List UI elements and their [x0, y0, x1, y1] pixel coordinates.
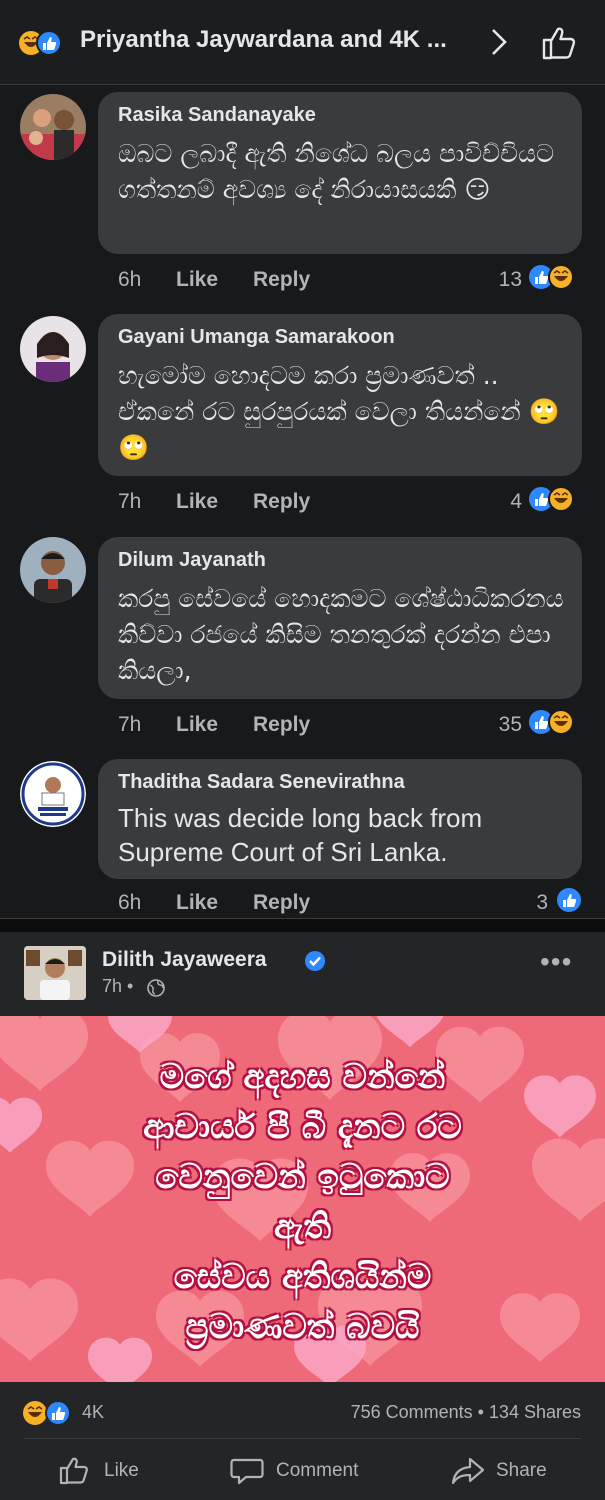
post-author-name[interactable]: Dilith Jayaweera: [102, 948, 267, 972]
image-text-line: ප්‍රමාණවත් බවයි: [185, 1307, 420, 1347]
post-stats[interactable]: 756 Comments • 134 Shares: [351, 1402, 581, 1423]
comment-bubble: Gayani Umanga Samarakoon හැමෝම හොදටම කරා…: [98, 314, 582, 476]
like-outline-icon[interactable]: [540, 24, 578, 62]
footer-divider: [24, 1438, 581, 1439]
image-text-line: ඇති: [273, 1207, 332, 1247]
comments-screen: Priyantha Jaywardana and 4K ... Rasika S…: [0, 0, 605, 1500]
comment-reply-button[interactable]: Reply: [253, 713, 310, 737]
post-header: Dilith Jayaweera 7h • •••: [0, 932, 605, 1016]
like-haha-reaction-icons[interactable]: [528, 486, 584, 512]
commenter-avatar[interactable]: [20, 761, 86, 827]
comment-bubble: Thaditha Sadara Senevirathna This was de…: [98, 759, 582, 879]
comment-text: කරපු සේවයේ හොදකමට ශේෂ්ඨාධිකරනය කිව්වා රජ…: [118, 584, 564, 685]
commenter-avatar[interactable]: [20, 537, 86, 603]
comment-item: Gayani Umanga Samarakoon හැමෝම හොදටම කරා…: [0, 314, 605, 524]
comment-icon: [230, 1458, 264, 1485]
comment-text: හැමෝම හොදටම කරා ප්‍රමාණවත් .. ඒකනේ රට සු…: [118, 361, 560, 462]
comment-bubble: Dilum Jayanath කරපු සේවයේ හොදකමට ශේෂ්ඨාධ…: [98, 537, 582, 699]
commenter-name[interactable]: Rasika Sandanayake: [118, 104, 316, 127]
like-reaction-icon[interactable]: [556, 887, 584, 913]
like-outline-icon: [59, 1457, 88, 1485]
comment-like-button[interactable]: Like: [176, 268, 218, 292]
commenter-name[interactable]: Dilum Jayanath: [118, 549, 266, 572]
like-haha-reaction-icons[interactable]: [528, 709, 584, 735]
comment-like-button[interactable]: Like: [176, 490, 218, 514]
share-icon: [451, 1457, 485, 1485]
post-image-text: මගේ අදහස වන්නේ ආචාර්ය පී බී දැනට රට වෙනු…: [0, 1052, 605, 1352]
reaction-count[interactable]: 13: [470, 268, 522, 292]
commenter-name[interactable]: Gayani Umanga Samarakoon: [118, 326, 395, 349]
image-text-line: මගේ අදහස වන්නේ: [159, 1057, 446, 1097]
header-title[interactable]: Priyantha Jaywardana and 4K ...: [80, 26, 480, 54]
like-haha-reaction-icons[interactable]: [528, 264, 584, 290]
comment-time[interactable]: 6h: [118, 891, 141, 915]
comment-item: Rasika Sandanayake ඔබට ලබාදී ඇති නිශේධ බ…: [0, 92, 605, 302]
comment-time[interactable]: 7h: [118, 490, 141, 514]
comment-like-button[interactable]: Like: [176, 713, 218, 737]
commenter-name[interactable]: Thaditha Sadara Senevirathna: [118, 771, 405, 794]
share-label: Share: [496, 1460, 547, 1481]
comment-item: Thaditha Sadara Senevirathna This was de…: [0, 759, 605, 917]
comment-reply-button[interactable]: Reply: [253, 490, 310, 514]
image-text-line: සේවය අතිශයින්ම: [173, 1257, 432, 1297]
reaction-count[interactable]: 35: [470, 713, 522, 737]
reaction-count[interactable]: 4: [470, 490, 522, 514]
reactions-summary-icon[interactable]: [18, 30, 74, 56]
comment-reply-button[interactable]: Reply: [253, 268, 310, 292]
verified-badge-icon: [305, 951, 325, 971]
commenter-avatar[interactable]: [20, 94, 86, 160]
comment-time[interactable]: 7h: [118, 713, 141, 737]
post-comment-button[interactable]: Comment: [230, 1454, 380, 1488]
comment-label: Comment: [276, 1460, 359, 1481]
reactions-header: Priyantha Jaywardana and 4K ...: [0, 0, 605, 85]
post-footer: 4K 756 Comments • 134 Shares Like Commen…: [0, 1382, 605, 1500]
like-label: Like: [104, 1460, 139, 1481]
more-options-button[interactable]: •••: [540, 946, 572, 978]
image-text-line: වෙනුවෙන් ඉටුකොට: [155, 1157, 450, 1197]
comment-text: This was decide long back from Supreme C…: [118, 803, 483, 867]
comment-item: Dilum Jayanath කරපු සේවයේ හොදකමට ශේෂ්ඨාධ…: [0, 537, 605, 747]
comment-bubble: Rasika Sandanayake ඔබට ලබාදී ඇති නිශේධ බ…: [98, 92, 582, 254]
comment-time[interactable]: 6h: [118, 268, 141, 292]
image-text-line: ආචාර්ය පී බී දැනට රට: [143, 1107, 462, 1147]
reaction-count[interactable]: 3: [500, 891, 548, 915]
post-share-button[interactable]: Share: [450, 1454, 560, 1488]
comment-text: ඔබට ලබාදී ඇති නිශේධ බලය පාවිච්චියට ගත්තන…: [118, 139, 555, 204]
commenter-avatar[interactable]: [20, 316, 86, 382]
post-image[interactable]: මගේ අදහස වන්නේ ආචාර්ය පී බී දැනට රට වෙනු…: [0, 1016, 605, 1382]
post-like-button[interactable]: Like: [58, 1454, 158, 1488]
feed-divider: [0, 918, 605, 933]
post-reactions-icon[interactable]: [22, 1400, 74, 1426]
post-reaction-count[interactable]: 4K: [82, 1402, 104, 1423]
chevron-right-icon[interactable]: [487, 26, 511, 58]
post-author-avatar[interactable]: [24, 946, 86, 1000]
post-timestamp[interactable]: 7h •: [102, 976, 133, 997]
globe-icon: [147, 979, 165, 997]
comment-reply-button[interactable]: Reply: [253, 891, 310, 915]
comment-like-button[interactable]: Like: [176, 891, 218, 915]
